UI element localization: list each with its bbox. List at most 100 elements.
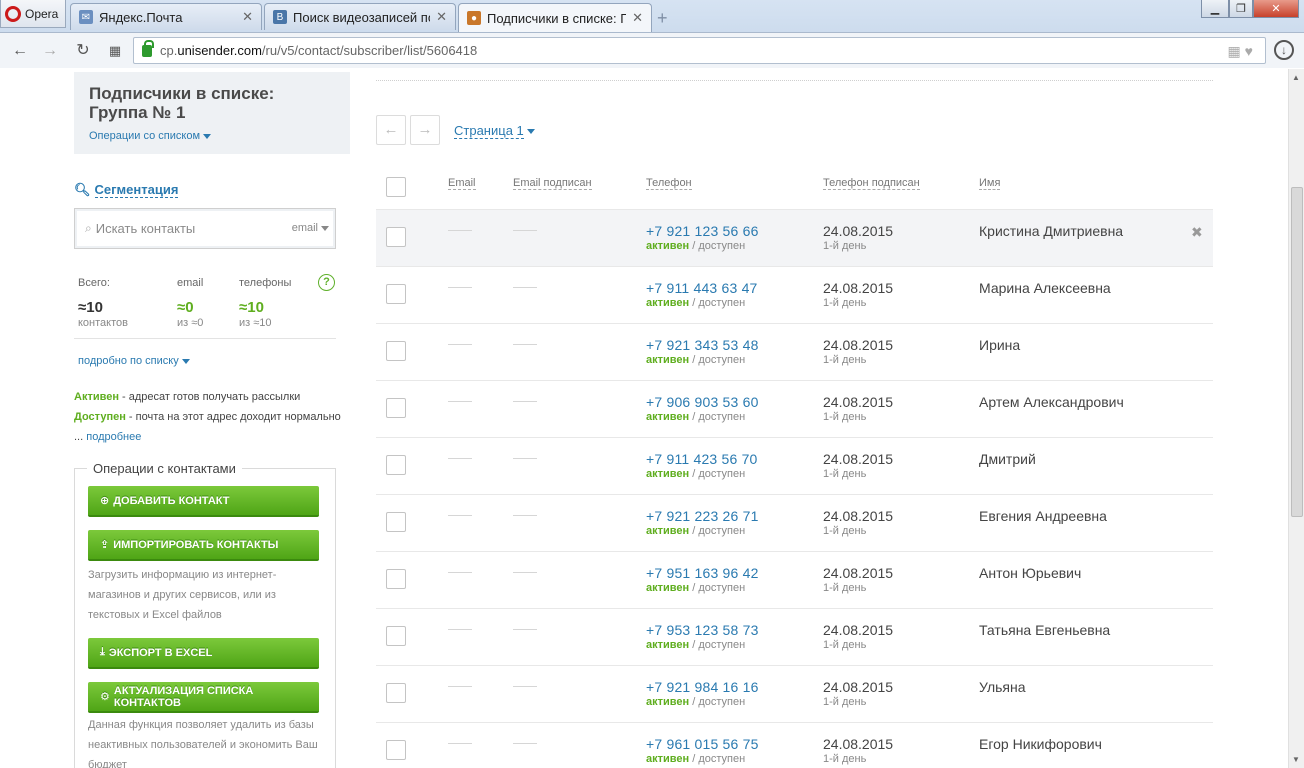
select-all-checkbox[interactable] [386,177,406,197]
column-email-subscribed[interactable]: Email подписан [513,177,592,190]
bookmark-heart-icon[interactable]: ▦♥ [1227,43,1257,60]
subscribed-day: 1-й день [823,468,867,480]
forward-icon[interactable]: → [40,41,60,61]
table-row[interactable]: +7 921 123 56 66 активен / доступен 24.08.… [376,209,1213,266]
status-available: / доступен [689,696,746,708]
scroll-down-icon[interactable]: ▼ [1292,755,1300,764]
table-row[interactable]: +7 921 984 16 16 активен / доступен 24.08.… [376,665,1213,722]
close-window-button[interactable]: ✕ [1253,0,1299,18]
table-row[interactable]: +7 911 423 56 70 активен / доступен 24.08.… [376,437,1213,494]
arrow-left-icon: ← [383,121,399,138]
import-contacts-button[interactable]: ⇪ ИМПОРТИРОВАТЬ КОНТАКТЫ [88,530,319,561]
phone-status: активен / доступен [646,468,745,480]
close-tab-icon[interactable]: ✕ [632,10,643,26]
phone-link[interactable]: +7 921 223 26 71 [646,508,759,524]
tab-vk-video[interactable]: В Поиск видеозаписей по с ✕ [264,3,456,30]
help-icon[interactable]: ? [318,274,335,291]
table-row[interactable]: +7 921 223 26 71 активен / доступен 24.08.… [376,494,1213,551]
legend-active-desc: - адресат готов получать рассылки [118,391,301,403]
search-input[interactable]: ⌕ Искать контакты email [74,208,336,249]
tab-yandex-mail[interactable]: ✉ Яндекс.Почта ✕ [70,3,262,30]
speed-dial-icon[interactable]: ▦ [105,41,125,61]
segmentation-link[interactable]: 🔍︎ Сегментация [74,182,179,198]
row-checkbox[interactable] [386,341,406,361]
close-tab-icon[interactable]: ✕ [436,9,447,25]
tab-unisender[interactable]: ● Подписчики в списке: Гру ✕ [458,3,652,32]
row-checkbox[interactable] [386,569,406,589]
table-row[interactable]: +7 953 123 58 73 активен / доступен 24.08.… [376,608,1213,665]
phone-link[interactable]: +7 951 163 96 42 [646,565,759,581]
subscribed-day: 1-й день [823,411,867,423]
scroll-up-icon[interactable]: ▲ [1292,73,1300,82]
address-bar[interactable]: cp. unisender.com/ru/v5/contact/subscribe… [133,37,1266,64]
phone-status: активен / доступен [646,354,745,366]
row-checkbox[interactable] [386,683,406,703]
column-name[interactable]: Имя [979,177,1001,190]
table-row[interactable]: +7 906 903 53 60 активен / доступен 24.08.… [376,380,1213,437]
phone-link[interactable]: +7 921 984 16 16 [646,679,759,695]
row-checkbox[interactable] [386,455,406,475]
more-link[interactable]: подробнее [86,431,141,443]
search-icon: ⌕ [85,221,92,235]
empty-email [448,287,472,288]
upload-icon: ⇪ [100,539,110,551]
reload-icon[interactable]: ↻ [73,41,93,61]
tab-bar: Opera ✉ Яндекс.Почта ✕ В Поиск видеозапи… [0,0,1304,32]
actualize-contacts-button[interactable]: ⚙ АКТУАЛИЗАЦИЯ СПИСКА КОНТАКТОВ [88,682,319,713]
download-icon[interactable]: ↓ [1274,40,1294,60]
close-tab-icon[interactable]: ✕ [242,9,253,25]
column-phone[interactable]: Телефон [646,177,692,190]
subscribed-date: 24.08.2015 [823,223,894,239]
row-checkbox[interactable] [386,398,406,418]
table-row[interactable]: +7 921 343 53 48 активен / доступен 24.08.… [376,323,1213,380]
search-icon: 🔍︎ [74,182,91,197]
row-checkbox[interactable] [386,284,406,304]
prev-page-button[interactable]: ← [376,115,406,145]
search-placeholder: Искать контакты [95,221,196,236]
status-available: / доступен [689,297,746,309]
delete-icon[interactable]: ✖ [1191,224,1203,241]
phone-link[interactable]: +7 953 123 58 73 [646,622,759,638]
navigation-bar: ← → ↻ ▦ cp. unisender.com/ru/v5/contact/s… [0,32,1304,68]
lock-icon [142,39,154,57]
subscribed-date: 24.08.2015 [823,679,894,695]
row-checkbox[interactable] [386,740,406,760]
phone-link[interactable]: +7 921 343 53 48 [646,337,759,353]
phone-link[interactable]: +7 911 443 63 47 [646,280,758,296]
export-excel-button[interactable]: ⤓ ЭКСПОРТ В EXCEL [88,638,319,669]
row-checkbox[interactable] [386,512,406,532]
new-tab-icon[interactable]: + [657,8,668,29]
table-row[interactable]: +7 911 443 63 47 активен / доступен 24.08.… [376,266,1213,323]
row-checkbox[interactable] [386,227,406,247]
next-page-button[interactable]: → [410,115,440,145]
legend-ellipsis: ... [74,431,87,443]
contact-name: Егор Никифорович [979,736,1102,752]
search-type-select[interactable]: email [292,222,329,234]
row-checkbox[interactable] [386,626,406,646]
table-row[interactable]: +7 961 015 56 75 активен / доступен 24.08.… [376,722,1213,768]
phone-link[interactable]: +7 911 423 56 70 [646,451,758,467]
scrollbar-thumb[interactable] [1291,187,1303,517]
column-phone-subscribed[interactable]: Телефон подписан [823,177,920,190]
add-contact-button[interactable]: ⊕ ДОБАВИТЬ КОНТАКТ [88,486,319,517]
maximize-button[interactable]: ❐ [1229,0,1253,18]
minimize-button[interactable]: ▁ [1201,0,1229,18]
stat-total-label: Всего: [78,277,110,289]
phone-link[interactable]: +7 906 903 53 60 [646,394,759,410]
gears-icon: ⚙ [100,691,110,703]
scrollbar[interactable]: ▲ ▼ [1288,69,1304,768]
tab-title: Подписчики в списке: Гру [487,10,627,26]
table-row[interactable]: +7 951 163 96 42 активен / доступен 24.08.… [376,551,1213,608]
phone-link[interactable]: +7 961 015 56 75 [646,736,759,752]
page-selector[interactable]: Страница 1 [454,123,535,139]
phone-link[interactable]: +7 921 123 56 66 [646,223,759,239]
opera-menu-button[interactable]: Opera [0,0,66,28]
column-email[interactable]: Email [448,177,476,190]
contact-name: Ирина [979,337,1021,353]
opera-label: Opera [25,6,59,21]
back-icon[interactable]: ← [10,41,30,61]
segmentation-label: Сегментация [94,182,179,198]
contact-name: Татьяна Евгеньевна [979,622,1111,638]
list-operations-dropdown[interactable]: Операции со списком [89,130,335,142]
detail-link[interactable]: подробно по списку [78,355,190,367]
